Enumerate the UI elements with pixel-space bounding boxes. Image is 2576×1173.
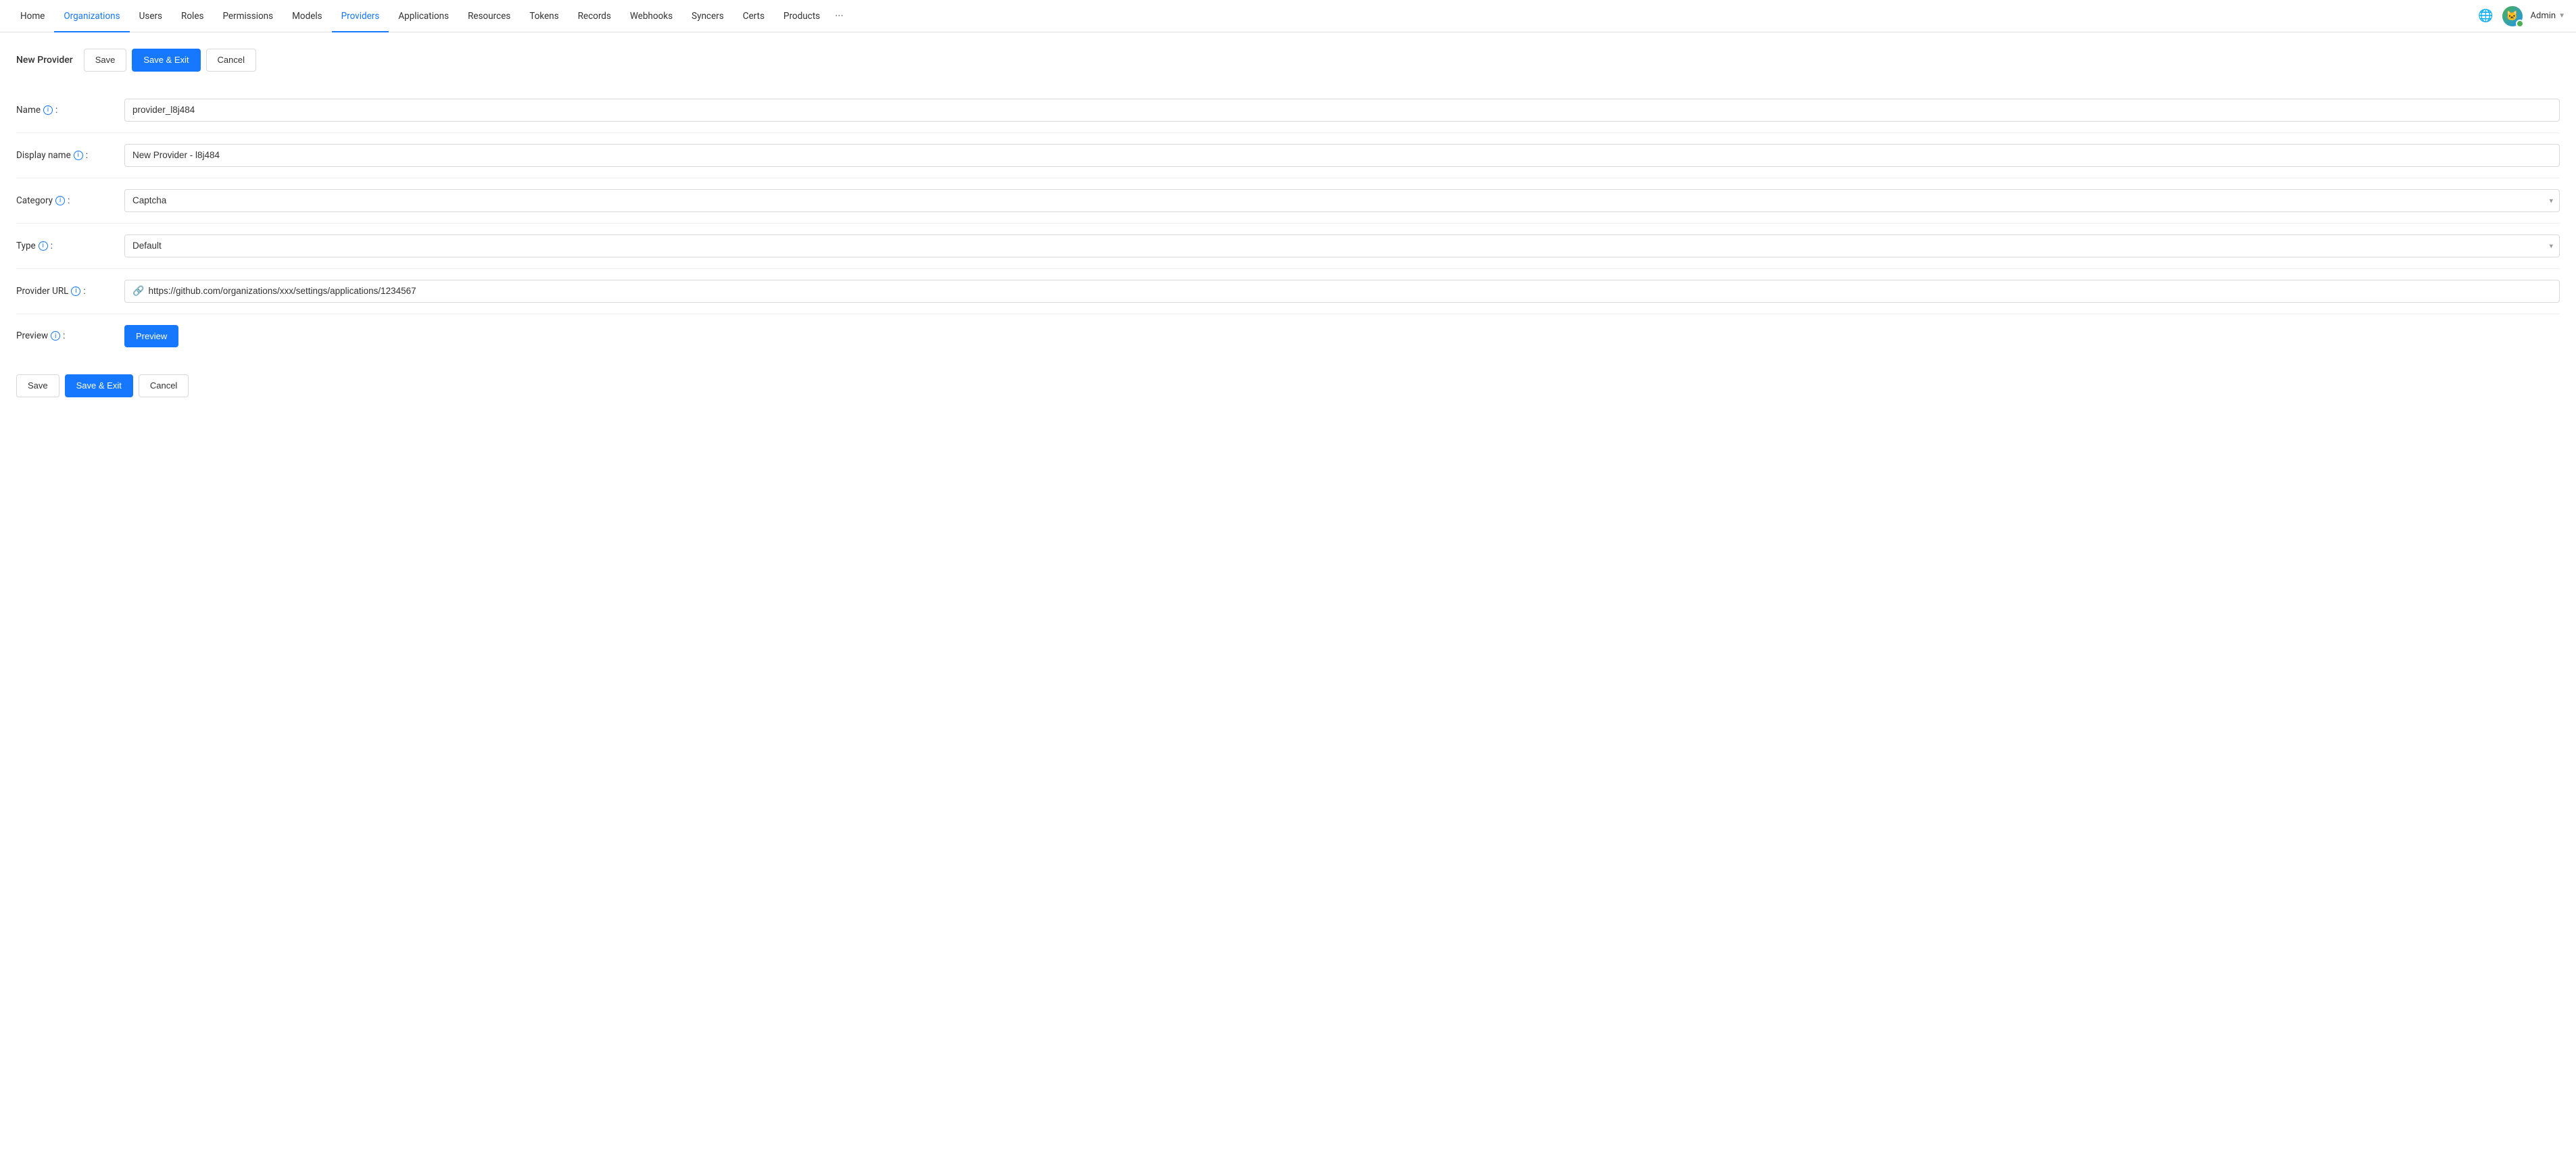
page-title: New Provider (16, 55, 73, 66)
provider-form: Name i : Display name i : Category i (16, 88, 2560, 359)
nav-item-providers[interactable]: Providers (332, 0, 389, 32)
avatar[interactable]: 🐱 (2502, 6, 2523, 26)
language-icon[interactable]: 🌐 (2478, 8, 2494, 24)
category-info-icon[interactable]: i (55, 196, 65, 205)
nav-more-button[interactable]: ··· (829, 0, 849, 32)
provider-url-row: Provider URL i : 🔗 (16, 269, 2560, 314)
display-name-row: Display name i : (16, 133, 2560, 178)
name-input[interactable] (124, 99, 2560, 122)
nav-item-certs[interactable]: Certs (733, 0, 774, 32)
nav-item-syncers[interactable]: Syncers (682, 0, 733, 32)
category-row: Category i : Captcha OAuth SAML LDAP Web… (16, 178, 2560, 224)
nav-item-permissions[interactable]: Permissions (213, 0, 283, 32)
save-button-bottom[interactable]: Save (16, 374, 59, 397)
category-select[interactable]: Captcha OAuth SAML LDAP WebAuthn (124, 189, 2560, 212)
preview-field: Preview (124, 325, 2560, 348)
display-name-label: Display name i : (16, 150, 124, 161)
type-row: Type i : Default ▾ (16, 224, 2560, 269)
avatar-badge (2516, 20, 2524, 28)
admin-menu[interactable]: Admin ▼ (2531, 11, 2565, 21)
name-info-icon[interactable]: i (43, 105, 53, 115)
top-toolbar: New Provider Save Save & Exit Cancel (16, 49, 2560, 72)
name-field (124, 99, 2560, 122)
cancel-button-top[interactable]: Cancel (206, 49, 256, 72)
nav-item-products[interactable]: Products (774, 0, 829, 32)
save-exit-button-bottom[interactable]: Save & Exit (65, 374, 133, 397)
nav-item-models[interactable]: Models (283, 0, 332, 32)
nav-item-tokens[interactable]: Tokens (520, 0, 568, 32)
nav-item-webhooks[interactable]: Webhooks (621, 0, 682, 32)
provider-url-info-icon[interactable]: i (71, 286, 80, 296)
nav-item-organizations[interactable]: Organizations (54, 0, 129, 32)
save-exit-button-top[interactable]: Save & Exit (132, 49, 200, 72)
type-label: Type i : (16, 241, 124, 251)
display-name-info-icon[interactable]: i (74, 151, 83, 160)
type-select-wrapper: Default ▾ (124, 234, 2560, 257)
provider-url-input[interactable] (148, 286, 2552, 296)
name-row: Name i : (16, 88, 2560, 133)
nav-item-applications[interactable]: Applications (389, 0, 458, 32)
name-label: Name i : (16, 105, 124, 116)
nav-items: Home Organizations Users Roles Permissio… (11, 0, 2478, 32)
preview-row: Preview i : Preview (16, 314, 2560, 359)
nav-item-home[interactable]: Home (11, 0, 54, 32)
cancel-button-bottom[interactable]: Cancel (139, 374, 189, 397)
nav-right: 🌐 🐱 Admin ▼ (2478, 6, 2565, 26)
preview-info-icon[interactable]: i (51, 331, 60, 341)
save-button-top[interactable]: Save (84, 49, 127, 72)
category-select-wrapper: Captcha OAuth SAML LDAP WebAuthn ▾ (124, 189, 2560, 212)
nav-item-records[interactable]: Records (568, 0, 621, 32)
nav-item-resources[interactable]: Resources (458, 0, 520, 32)
page-content: New Provider Save Save & Exit Cancel Nam… (0, 32, 2576, 414)
display-name-input[interactable] (124, 144, 2560, 167)
url-input-wrapper: 🔗 (124, 280, 2560, 303)
provider-url-label: Provider URL i : (16, 286, 124, 297)
bottom-toolbar: Save Save & Exit Cancel (16, 374, 2560, 397)
type-select[interactable]: Default (124, 234, 2560, 257)
link-icon: 🔗 (132, 286, 144, 297)
nav-item-roles[interactable]: Roles (172, 0, 213, 32)
preview-label: Preview i : (16, 330, 124, 341)
category-field: Captcha OAuth SAML LDAP WebAuthn ▾ (124, 189, 2560, 212)
type-info-icon[interactable]: i (39, 241, 48, 251)
preview-button[interactable]: Preview (124, 325, 178, 348)
nav-item-users[interactable]: Users (130, 0, 172, 32)
nav-bar: Home Organizations Users Roles Permissio… (0, 0, 2576, 32)
category-label: Category i : (16, 195, 124, 206)
provider-url-field: 🔗 (124, 280, 2560, 303)
type-field: Default ▾ (124, 234, 2560, 257)
display-name-field (124, 144, 2560, 167)
